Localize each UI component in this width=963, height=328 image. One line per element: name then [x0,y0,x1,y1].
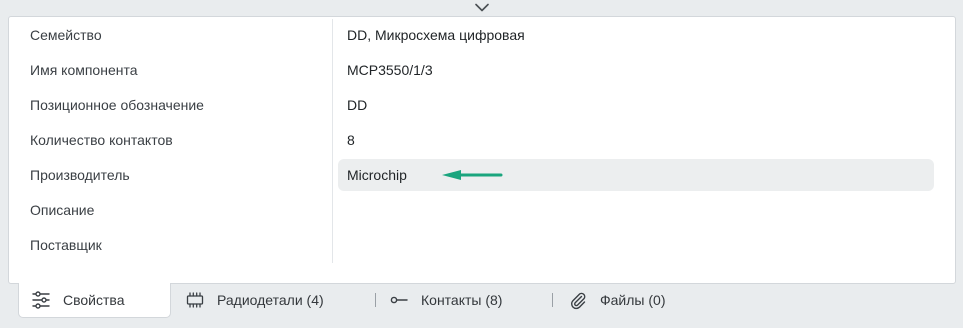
chip-icon [185,290,205,310]
arrow-left-icon [442,170,503,180]
property-label: Позиционное обозначение [30,97,204,113]
property-label: Поставщик [30,237,102,253]
property-value[interactable]: MCP3550/1/3 [347,53,433,88]
property-label: Описание [30,202,95,218]
property-value[interactable]: DD [347,88,367,123]
property-row-supplier[interactable]: Поставщик [9,228,955,263]
property-row-designator[interactable]: Позиционное обозначение DD [9,88,955,123]
property-label: Семейство [30,27,102,43]
tab-separator [552,293,553,307]
sliders-icon [31,290,51,310]
selected-value-highlight [338,159,934,191]
bottom-tab-bar: Свойства Радиодетали (4) Контакты (8) Фа… [8,283,954,320]
pin-icon [389,290,409,310]
tab-files[interactable]: Файлы (0) [568,283,665,317]
property-value[interactable]: Microchip [347,158,407,193]
property-value[interactable]: 8 [347,123,355,158]
tab-separator [375,293,376,307]
chevron-down-icon [474,3,489,12]
property-row-manufacturer[interactable]: Производитель Microchip [9,158,955,193]
property-label: Производитель [30,167,130,183]
tab-components[interactable]: Радиодетали (4) [185,283,324,317]
property-row-component-name[interactable]: Имя компонента MCP3550/1/3 [9,53,955,88]
paperclip-icon [568,290,588,310]
property-row-description[interactable]: Описание [9,193,955,228]
tab-label: Контакты (8) [421,292,503,308]
tab-label: Файлы (0) [600,292,666,308]
tab-properties[interactable]: Свойства [18,283,171,318]
property-label: Имя компонента [30,62,138,78]
property-value[interactable]: DD, Микросхема цифровая [347,18,525,53]
tab-pins[interactable]: Контакты (8) [389,283,502,317]
properties-panel: Семейство DD, Микросхема цифровая Имя ко… [8,16,956,284]
tab-label: Радиодетали (4) [217,292,324,308]
property-row-pin-count[interactable]: Количество контактов 8 [9,123,955,158]
property-row-family[interactable]: Семейство DD, Микросхема цифровая [9,18,955,53]
collapse-toggle[interactable] [8,0,955,15]
tab-label: Свойства [63,292,125,308]
property-label: Количество контактов [30,132,173,148]
